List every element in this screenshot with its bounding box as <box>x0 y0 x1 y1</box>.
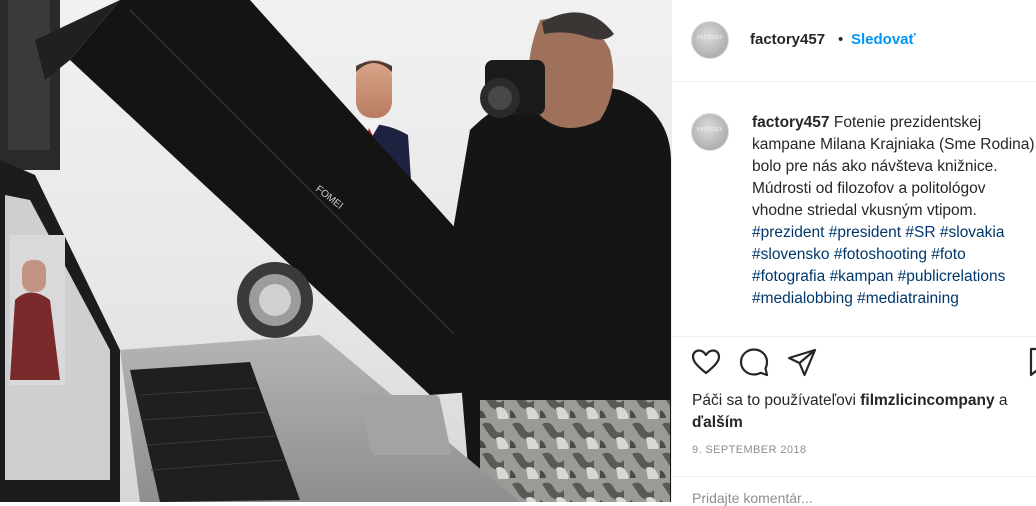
likes-suffix-a: a <box>998 392 1008 409</box>
hashtag-link[interactable]: #mediatraining <box>857 290 959 307</box>
hashtag-link[interactable]: #fotografia <box>752 268 825 285</box>
heart-outline-icon[interactable] <box>690 346 722 378</box>
hashtag-link[interactable]: #prezident <box>752 224 824 241</box>
studio-flash <box>237 262 313 338</box>
likes-summary: Páči sa to používateľovi filmzlicincompa… <box>692 390 1032 434</box>
hashtag-link[interactable]: #kampan <box>830 268 894 285</box>
comment-bubble-icon[interactable] <box>738 346 770 378</box>
hashtag-link[interactable]: #foto <box>931 246 965 263</box>
header-separator: • <box>838 31 844 48</box>
paper-plane-icon[interactable] <box>786 346 818 378</box>
caption-avatar[interactable]: FACTORY <box>691 113 729 151</box>
studio-photo-illustration: FOMEI <box>0 0 671 502</box>
hashtag-link[interactable]: #publicrelations <box>898 268 1006 285</box>
hashtag-link[interactable]: #slovensko <box>752 246 830 263</box>
divider <box>672 476 1036 477</box>
post-photo[interactable]: FOMEI <box>0 0 671 502</box>
avatar[interactable]: FACTORY <box>691 21 729 59</box>
hashtag-link[interactable]: #fotoshooting <box>834 246 927 263</box>
likes-others-link[interactable]: ďalším <box>692 414 743 431</box>
action-bar <box>672 346 1036 386</box>
caption-username[interactable]: factory457 <box>752 114 830 131</box>
caption-block: FACTORY factory457 Fotenie prezidentskej… <box>672 96 1036 336</box>
add-comment-input[interactable]: Pridajte komentár... <box>692 490 813 506</box>
bookmark-icon[interactable] <box>1025 346 1036 378</box>
likes-prefix: Páči sa to používateľovi <box>692 392 856 409</box>
avatar-logo-text: FACTORY <box>697 127 723 133</box>
avatar-logo-text: FACTORY <box>697 35 723 41</box>
hashtag-link[interactable]: #president <box>829 224 901 241</box>
post-date[interactable]: 9. SEPTEMBER 2018 <box>692 444 806 456</box>
hashtag-link[interactable]: #slovakia <box>940 224 1005 241</box>
follow-button[interactable]: Sledovať <box>851 31 916 48</box>
hashtag-list: #prezident #president #SR #slovakia #slo… <box>752 224 1005 307</box>
post-author-username[interactable]: factory457 <box>750 31 825 48</box>
post-header: FACTORY factory457 • Sledovať <box>672 0 1036 82</box>
caption-text: factory457 Fotenie prezidentskej kampane… <box>752 112 1036 310</box>
post-details-panel: FACTORY factory457 • Sledovať FACTORY fa… <box>671 0 1036 506</box>
divider <box>672 336 1036 337</box>
hashtag-link[interactable]: #SR <box>905 224 935 241</box>
likes-user-link[interactable]: filmzlicincompany <box>860 392 994 409</box>
hashtag-link[interactable]: #medialobbing <box>752 290 853 307</box>
